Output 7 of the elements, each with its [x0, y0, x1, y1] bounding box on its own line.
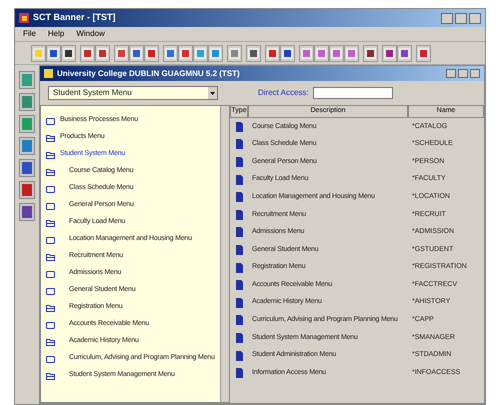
- menu-item[interactable]: Help: [48, 28, 64, 40]
- menu-select[interactable]: Student System Menu: [48, 86, 218, 100]
- inner-window-title: University College DUBLIN GUAGMNU 5.2 (TST): [57, 68, 240, 80]
- menu-item[interactable]: Window: [76, 28, 105, 40]
- menu-item[interactable]: File: [23, 28, 36, 40]
- direct-access-label: Direct Access:: [258, 87, 309, 99]
- window-title: SCT Banner - [TST]: [33, 11, 116, 24]
